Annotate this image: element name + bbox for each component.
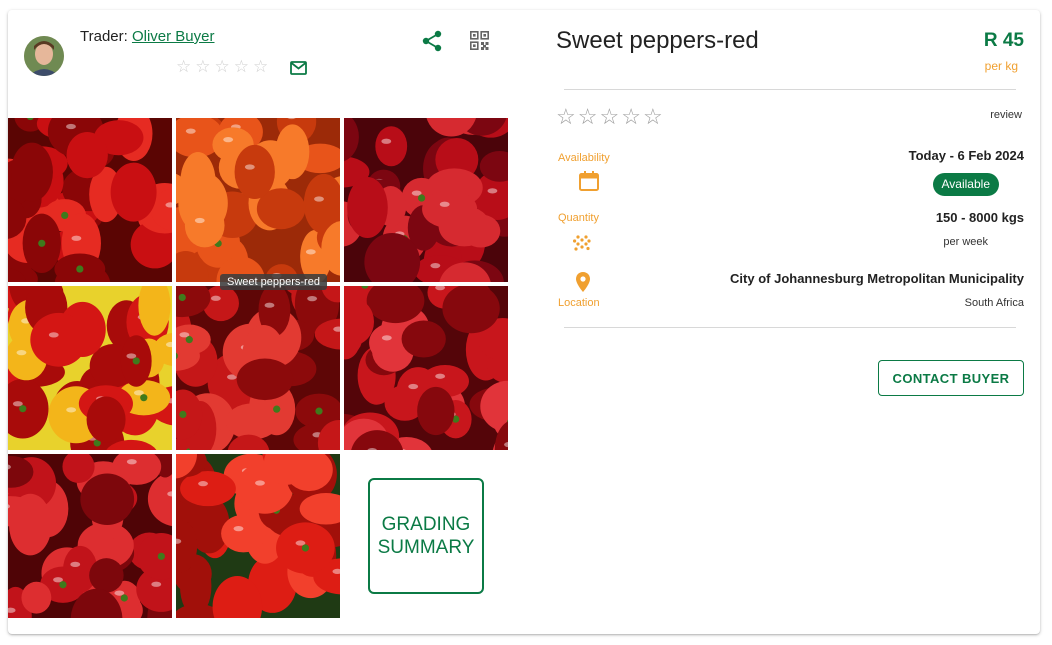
photo-tooltip: Sweet peppers-red [220,274,327,290]
product-title: Sweet peppers-red [556,27,759,54]
trader-star-icon: ☆ [214,57,230,76]
review-star-icon[interactable]: ☆ [556,105,576,129]
location-label: Location [558,297,600,309]
review-rating[interactable]: ☆ ☆ ☆ ☆ ☆ [556,105,663,129]
status-badge: Available [932,173,999,196]
product-photo[interactable] [176,454,340,618]
trader-avatar[interactable] [24,36,64,76]
review-star-icon[interactable]: ☆ [621,105,641,129]
contact-buyer-button[interactable]: CONTACT BUYER [878,360,1024,396]
product-photo[interactable] [8,118,172,282]
location-pin-icon [575,271,591,298]
divider [564,327,1016,328]
review-star-icon[interactable]: ☆ [578,105,598,129]
trader-star-icon: ☆ [253,57,269,76]
trader-line: Trader: Oliver Buyer [80,28,215,45]
price-unit: per kg [984,59,1018,73]
trader-name-link[interactable]: Oliver Buyer [132,28,215,45]
location-country: South Africa [964,297,1024,309]
product-photo[interactable] [8,286,172,450]
availability-date: Today - 6 Feb 2024 [908,148,1024,163]
product-photo[interactable] [344,118,508,282]
review-label: review [990,109,1022,121]
price: R 45 [983,30,1024,51]
calendar-icon [578,170,600,197]
product-photo[interactable] [176,286,340,450]
trader-star-icon: ☆ [176,57,192,76]
product-photo[interactable] [176,118,340,282]
location-city: City of Johannesburg Metropolitan Munici… [730,271,1024,286]
divider [564,89,1016,90]
trader-rating: ☆ ☆ ☆ ☆ ☆ [176,58,268,76]
qr-code-icon[interactable] [470,31,489,50]
trader-star-icon: ☆ [233,57,249,76]
product-photo[interactable] [8,454,172,618]
grain-icon [573,234,591,257]
quantity-period: per week [943,236,988,248]
product-photo[interactable] [344,286,508,450]
share-icon[interactable] [422,30,442,52]
grading-summary-button[interactable]: GRADING SUMMARY [368,478,484,594]
listing-card: Trader: Oliver Buyer ☆ ☆ ☆ ☆ ☆ Sweet pep… [8,10,1040,634]
availability-label: Availability [558,152,610,164]
trader-label: Trader: [80,28,132,45]
mail-icon[interactable] [290,61,307,75]
quantity-range: 150 - 8000 kgs [935,210,1024,225]
review-star-icon[interactable]: ☆ [599,105,619,129]
trader-star-icon: ☆ [195,57,211,76]
review-star-icon[interactable]: ☆ [643,105,663,129]
quantity-label: Quantity [558,212,599,224]
